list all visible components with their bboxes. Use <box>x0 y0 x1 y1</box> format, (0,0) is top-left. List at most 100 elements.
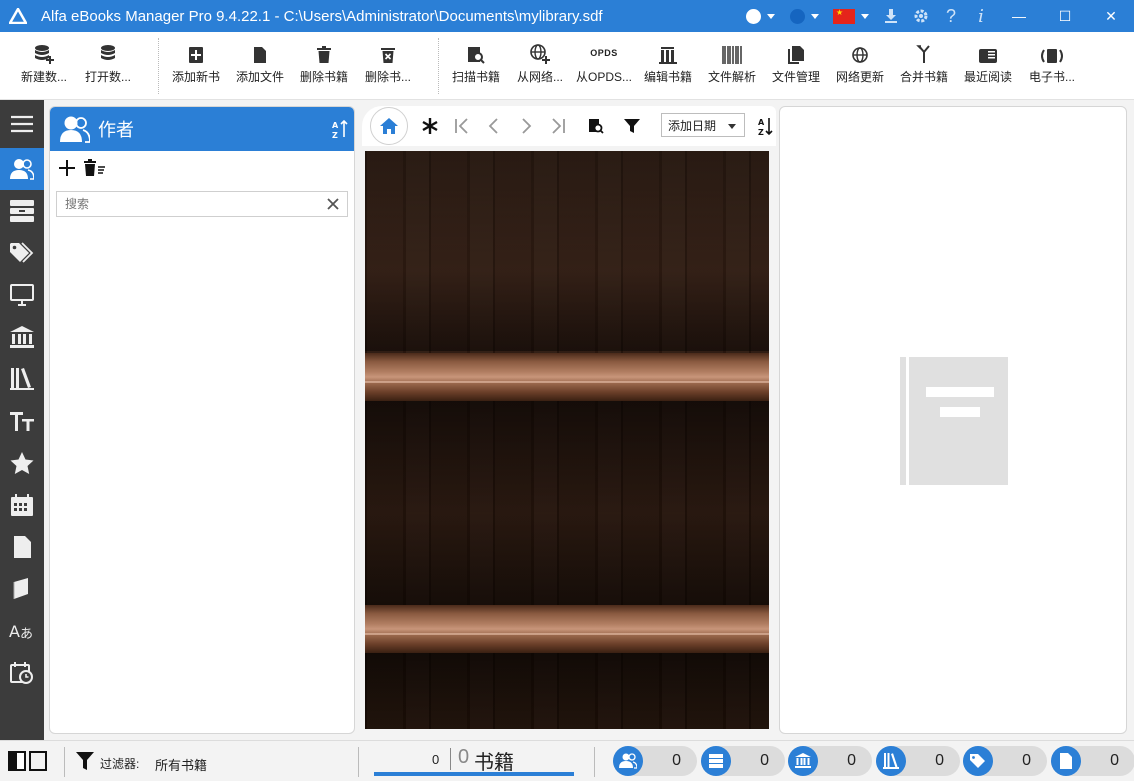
book-placeholder-icon <box>900 357 1008 485</box>
authors-icon <box>10 159 34 180</box>
nav-books[interactable] <box>0 358 44 400</box>
open-database-button[interactable]: 打开数... <box>82 36 134 96</box>
download-icon[interactable] <box>876 0 906 32</box>
last-page-icon[interactable] <box>544 112 572 140</box>
nav-fonts[interactable] <box>0 400 44 442</box>
files-count-pill[interactable]: 0 <box>1051 746 1134 776</box>
sort-az-icon[interactable]: AZ <box>332 119 348 142</box>
reader-icon <box>979 36 997 64</box>
language-selector[interactable] <box>826 0 876 32</box>
books-icon <box>10 368 34 390</box>
opds-icon: OPDS <box>590 48 618 58</box>
svg-text:あ: あ <box>20 627 33 642</box>
delete-book-button[interactable]: 删除书籍 <box>298 36 350 96</box>
nav-favorites[interactable] <box>0 442 44 484</box>
merge-icon <box>916 36 932 64</box>
split-right-icon[interactable] <box>29 751 47 771</box>
window-title: Alfa eBooks Manager Pro 9.4.22.1 - C:\Us… <box>41 7 603 25</box>
authors-panel: 作者 AZ <box>49 106 355 734</box>
minimize-button[interactable]: — <box>996 0 1042 32</box>
close-button[interactable]: ✕ <box>1088 0 1134 32</box>
web-update-button[interactable]: 网络更新 <box>834 36 886 96</box>
new-database-button[interactable]: 新建数... <box>18 36 70 96</box>
add-author-icon[interactable] <box>58 159 76 180</box>
sort-select[interactable]: 添加日期 <box>661 113 745 137</box>
tags-count-pill[interactable]: 0 <box>963 746 1047 776</box>
calendar-clock-icon <box>10 662 33 684</box>
sort-order-icon[interactable]: AZ <box>752 112 780 140</box>
nav-series[interactable] <box>0 568 44 610</box>
delete-file-button[interactable]: 删除书... <box>362 36 414 96</box>
split-left-icon[interactable] <box>8 751 26 771</box>
filter-value[interactable]: 所有书籍 <box>155 755 207 774</box>
from-opds-button[interactable]: OPDS 从OPDS... <box>576 36 632 96</box>
add-book-button[interactable]: 添加新书 <box>170 36 222 96</box>
books-count-pill[interactable]: 0 <box>876 746 960 776</box>
panel-layout-toggle[interactable] <box>8 751 47 771</box>
monitor-icon <box>10 284 34 306</box>
home-button[interactable] <box>370 107 408 145</box>
tags-icon <box>970 754 985 768</box>
library-icon <box>10 326 34 348</box>
authors-panel-header: 作者 AZ <box>50 107 354 151</box>
search-book-icon[interactable] <box>582 112 610 140</box>
filter-icon[interactable] <box>76 751 94 774</box>
books-toolbar: 添加日期 AZ <box>362 106 776 146</box>
library-icon <box>795 753 811 768</box>
nav-shelves[interactable] <box>0 190 44 232</box>
all-books-asterisk-icon[interactable] <box>416 112 444 140</box>
book-count: 0 0 书籍 <box>374 744 574 778</box>
info-icon[interactable]: i <box>966 0 996 32</box>
filter-icon[interactable] <box>618 112 646 140</box>
help-question-icon[interactable]: ? <box>936 0 966 32</box>
nav-tags[interactable] <box>0 232 44 274</box>
theme-blue-selector[interactable] <box>782 0 826 32</box>
edit-book-button[interactable]: 编辑书籍 <box>642 36 694 96</box>
app-logo-icon <box>7 5 29 27</box>
nav-calendar[interactable] <box>0 484 44 526</box>
nav-authors[interactable] <box>0 148 44 190</box>
authors-search-box <box>56 191 348 217</box>
add-file-button[interactable]: 添加文件 <box>234 36 286 96</box>
scan-books-button[interactable]: 扫描书籍 <box>450 36 502 96</box>
nav-library[interactable] <box>0 316 44 358</box>
nav-menu[interactable] <box>0 100 44 148</box>
next-page-icon[interactable] <box>512 112 540 140</box>
ebook-button[interactable]: 电子书... <box>1026 36 1078 96</box>
nav-files[interactable] <box>0 526 44 568</box>
authors-search-input[interactable] <box>57 192 317 216</box>
library-count-pill[interactable]: 0 <box>788 746 872 776</box>
clear-search-icon[interactable] <box>323 194 343 214</box>
recent-read-button[interactable]: 最近阅读 <box>962 36 1014 96</box>
svg-text:Z: Z <box>332 131 338 139</box>
left-navigation: Aあ <box>0 100 44 740</box>
from-web-button[interactable]: 从网络... <box>514 36 566 96</box>
nav-languages[interactable]: Aあ <box>0 610 44 652</box>
svg-text:A: A <box>332 121 339 130</box>
book-preview-panel <box>779 106 1127 734</box>
calendar-icon <box>11 494 33 516</box>
edit-books-icon <box>659 36 677 64</box>
settings-gear-icon[interactable] <box>906 0 936 32</box>
first-page-icon[interactable] <box>448 112 476 140</box>
file-manage-button[interactable]: 文件管理 <box>770 36 822 96</box>
parse-file-button[interactable]: 文件解析 <box>706 36 758 96</box>
chevron-down-icon <box>728 124 736 129</box>
svg-text:A: A <box>9 622 20 641</box>
nav-history[interactable] <box>0 652 44 694</box>
authors-count-pill[interactable]: 0 <box>613 746 697 776</box>
shelves-count-pill[interactable]: 0 <box>701 746 785 776</box>
prev-page-icon[interactable] <box>480 112 508 140</box>
svg-text:A: A <box>758 118 765 127</box>
sort-select-value: 添加日期 <box>668 118 717 133</box>
maximize-button[interactable]: ☐ <box>1042 0 1088 32</box>
globe-add-icon <box>530 36 550 64</box>
shelf-plank <box>365 353 769 401</box>
nav-devices[interactable] <box>0 274 44 316</box>
delete-author-icon[interactable] <box>84 158 106 180</box>
merge-books-button[interactable]: 合并书籍 <box>898 36 950 96</box>
count-label: 书籍 <box>474 752 514 774</box>
theme-white-selector[interactable] <box>738 0 782 32</box>
bookshelf-view[interactable] <box>365 151 769 729</box>
authors-icon <box>619 753 637 769</box>
